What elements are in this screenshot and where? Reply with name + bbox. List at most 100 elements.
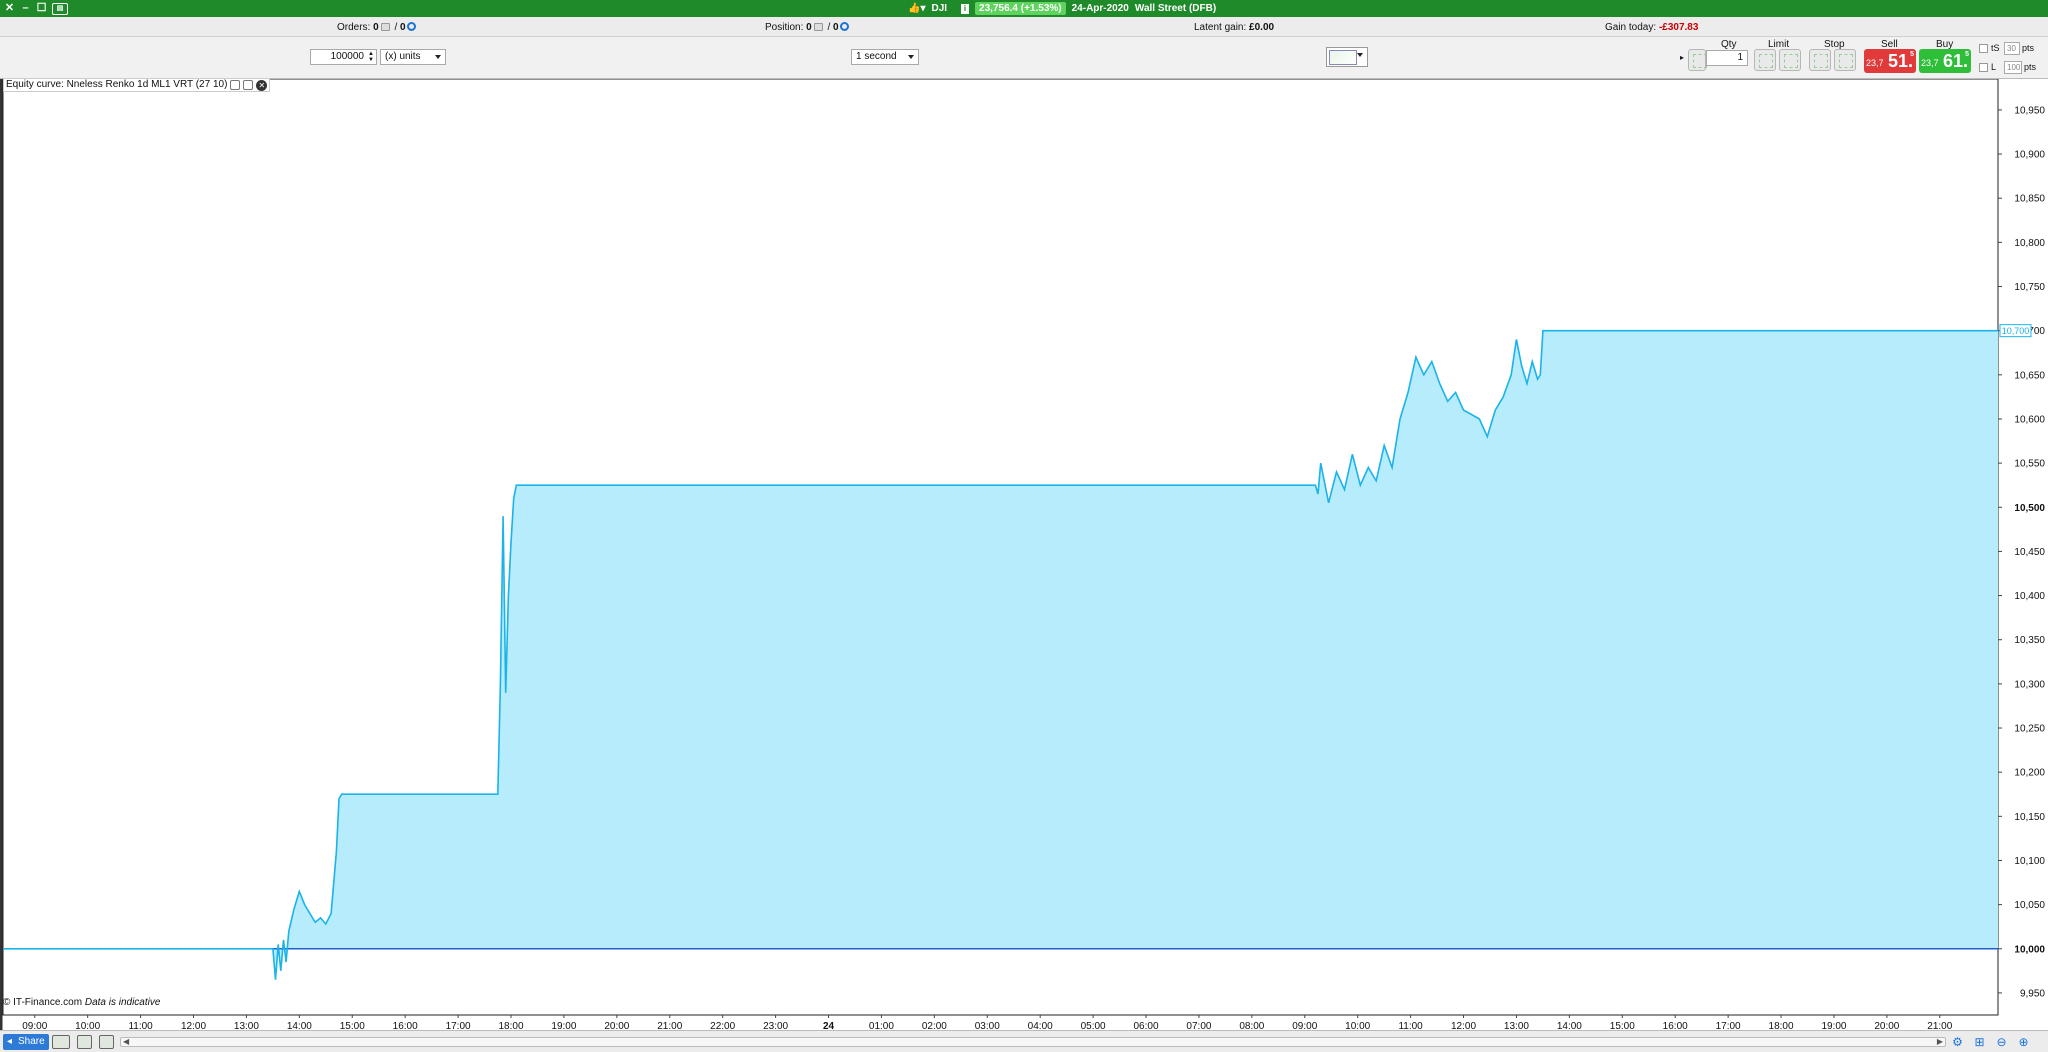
stepper-arrows-icon[interactable]: ▲ ▼ xyxy=(368,51,374,63)
x-tick-label: 11:00 xyxy=(1398,1021,1423,1030)
instrument-name[interactable]: DJI xyxy=(931,3,947,14)
units-select[interactable]: (x) units xyxy=(380,49,446,65)
title-bar: ✕ – ☐ ▤ 👍▾ DJI i 23,756.4 (+1.53%) 24-Ap… xyxy=(0,0,2048,17)
x-tick-label: 12:00 xyxy=(1451,1021,1476,1030)
maximize-icon[interactable]: ☐ xyxy=(36,1,47,16)
chart-type-icon xyxy=(1329,50,1357,65)
chart-type-select[interactable] xyxy=(1326,47,1368,67)
latent-gain: Latent gain: £0.00 xyxy=(1194,22,1275,33)
qty-field[interactable]: 1 xyxy=(1706,50,1748,66)
position-link-icon[interactable] xyxy=(839,22,849,31)
limit-distance-checkbox[interactable] xyxy=(1979,63,1988,72)
x-tick-label: 16:00 xyxy=(1663,1021,1688,1030)
x-tick-label: 20:00 xyxy=(1874,1021,1899,1030)
scroll-left-icon[interactable]: ◀ xyxy=(123,1037,129,1046)
trailing-stop-field[interactable]: 30 xyxy=(2004,42,2020,55)
y-tick-label: 10,050 xyxy=(2014,900,2045,911)
chevron-down-icon xyxy=(435,55,441,59)
x-tick-label: 05:00 xyxy=(1081,1021,1106,1030)
scroll-right-icon[interactable]: ▶ xyxy=(1937,1037,1943,1046)
y-tick-label: 10,150 xyxy=(2014,812,2045,823)
y-tick-label: 10,850 xyxy=(2014,194,2045,205)
copyright-note: © IT-Finance.com Data is indicative xyxy=(3,997,161,1008)
window-icon[interactable] xyxy=(243,80,254,90)
expand-arrow-icon[interactable]: ▸ xyxy=(1680,53,1684,62)
stop-up-button[interactable] xyxy=(1834,49,1856,71)
market-label: Wall Street (DFB) xyxy=(1134,3,1217,14)
film-icon[interactable] xyxy=(99,1035,114,1049)
orders-link-icon[interactable] xyxy=(406,22,416,31)
layout-icon[interactable] xyxy=(52,1035,70,1049)
position-x-icon[interactable] xyxy=(813,23,823,31)
x-tick-label: 16:00 xyxy=(393,1021,418,1030)
keyboard-icon[interactable]: ▤ xyxy=(52,3,68,15)
wrench-icon[interactable] xyxy=(230,80,241,90)
trailing-stop-checkbox[interactable] xyxy=(1979,44,1988,53)
y-tick-label: 10,800 xyxy=(2014,238,2045,249)
current-value-label: 10,700 xyxy=(2002,326,2030,336)
buy-button[interactable]: 23,7 61. 5 xyxy=(1919,49,1971,73)
y-tick-label: 10,000 xyxy=(2014,944,2045,955)
x-tick-label: 22:00 xyxy=(710,1021,735,1030)
x-tick-label: 03:00 xyxy=(975,1021,1000,1030)
x-tick-label: 24 xyxy=(823,1021,835,1030)
close-icon[interactable]: ✕ xyxy=(4,1,15,16)
orders-x-icon[interactable] xyxy=(380,23,390,31)
minimize-icon[interactable]: – xyxy=(20,1,31,16)
latent-gain-value: £0.00 xyxy=(1249,22,1275,33)
y-tick-label: 10,900 xyxy=(2014,150,2045,161)
x-tick-label: 14:00 xyxy=(287,1021,312,1030)
horizontal-scrollbar[interactable]: ◀ ▶ xyxy=(120,1037,1946,1047)
x-tick-label: 17:00 xyxy=(446,1021,471,1030)
x-tick-label: 23:00 xyxy=(763,1021,788,1030)
sell-button[interactable]: 23,7 51. 5 xyxy=(1864,49,1916,73)
position-summary: Position: 0 / 0 xyxy=(765,22,849,33)
position-count: 0 xyxy=(806,22,812,33)
orders-summary: Orders: 0 / 0 xyxy=(337,22,416,33)
limit-down-button[interactable] xyxy=(1754,49,1776,71)
x-tick-label: 17:00 xyxy=(1716,1021,1741,1030)
gain-today-value: -£307.83 xyxy=(1658,22,1699,33)
y-tick-label: 10,650 xyxy=(2014,370,2045,381)
x-tick-label: 02:00 xyxy=(922,1021,947,1030)
chevron-down-icon xyxy=(1357,53,1363,57)
x-tick-label: 20:00 xyxy=(604,1021,629,1030)
x-tick-label: 18:00 xyxy=(1769,1021,1794,1030)
position-count-b: 0 xyxy=(833,22,839,33)
x-tick-label: 18:00 xyxy=(498,1021,523,1030)
x-tick-label: 08:00 xyxy=(1239,1021,1264,1030)
x-tick-label: 09:00 xyxy=(22,1021,47,1030)
wrench-icon[interactable] xyxy=(1688,49,1707,71)
y-tick-label: 10,550 xyxy=(2014,459,2045,470)
limit-distance-field[interactable]: 100 xyxy=(2004,61,2022,74)
y-tick-label: 10,250 xyxy=(2014,724,2045,735)
quantity-stepper[interactable]: 100000 ▲ ▼ xyxy=(310,49,377,65)
zoom-out-icon[interactable]: ⊖ xyxy=(1994,1035,2009,1049)
zoom-fit-icon[interactable]: ⊞ xyxy=(1972,1035,1987,1049)
chart-settings-icon[interactable]: ⚙ xyxy=(1950,1035,1965,1049)
x-tick-label: 21:00 xyxy=(1927,1021,1952,1030)
y-tick-label: 10,500 xyxy=(2014,503,2045,514)
orders-count: 0 xyxy=(373,22,379,33)
study-label[interactable]: Equity curve: Nneless Renko 1d ML1 VRT (… xyxy=(3,78,271,92)
info-icon[interactable]: i xyxy=(961,3,970,14)
calculator-icon[interactable] xyxy=(77,1035,92,1049)
qty-label: Qty xyxy=(1721,39,1737,50)
thumbs-icon[interactable]: 👍▾ xyxy=(908,3,925,14)
close-icon[interactable]: ✕ xyxy=(256,79,268,91)
stop-down-button[interactable] xyxy=(1809,49,1831,71)
equity-chart[interactable]: 9,950 10,000 10,050 10,100 10,150 10,200 10,25… xyxy=(0,79,2048,1030)
y-tick-label: 10,450 xyxy=(2014,547,2045,558)
x-tick-label: 19:00 xyxy=(551,1021,576,1030)
chevron-down-icon xyxy=(908,55,914,59)
limit-up-button[interactable] xyxy=(1779,49,1801,71)
x-tick-label: 04:00 xyxy=(1028,1021,1053,1030)
zoom-in-icon[interactable]: ⊕ xyxy=(2016,1035,2031,1049)
bottom-bar: Share ◀ ▶ ⚙ ⊞ ⊖ ⊕ xyxy=(0,1030,2048,1052)
timeframe-select[interactable]: 1 second xyxy=(851,49,919,65)
x-tick-label: 13:00 xyxy=(234,1021,259,1030)
y-tick-label: 10,950 xyxy=(2014,105,2045,116)
share-button[interactable]: Share xyxy=(3,1034,49,1050)
y-tick-label: 10,400 xyxy=(2014,591,2045,602)
gain-today: Gain today: -£307.83 xyxy=(1605,22,1699,33)
